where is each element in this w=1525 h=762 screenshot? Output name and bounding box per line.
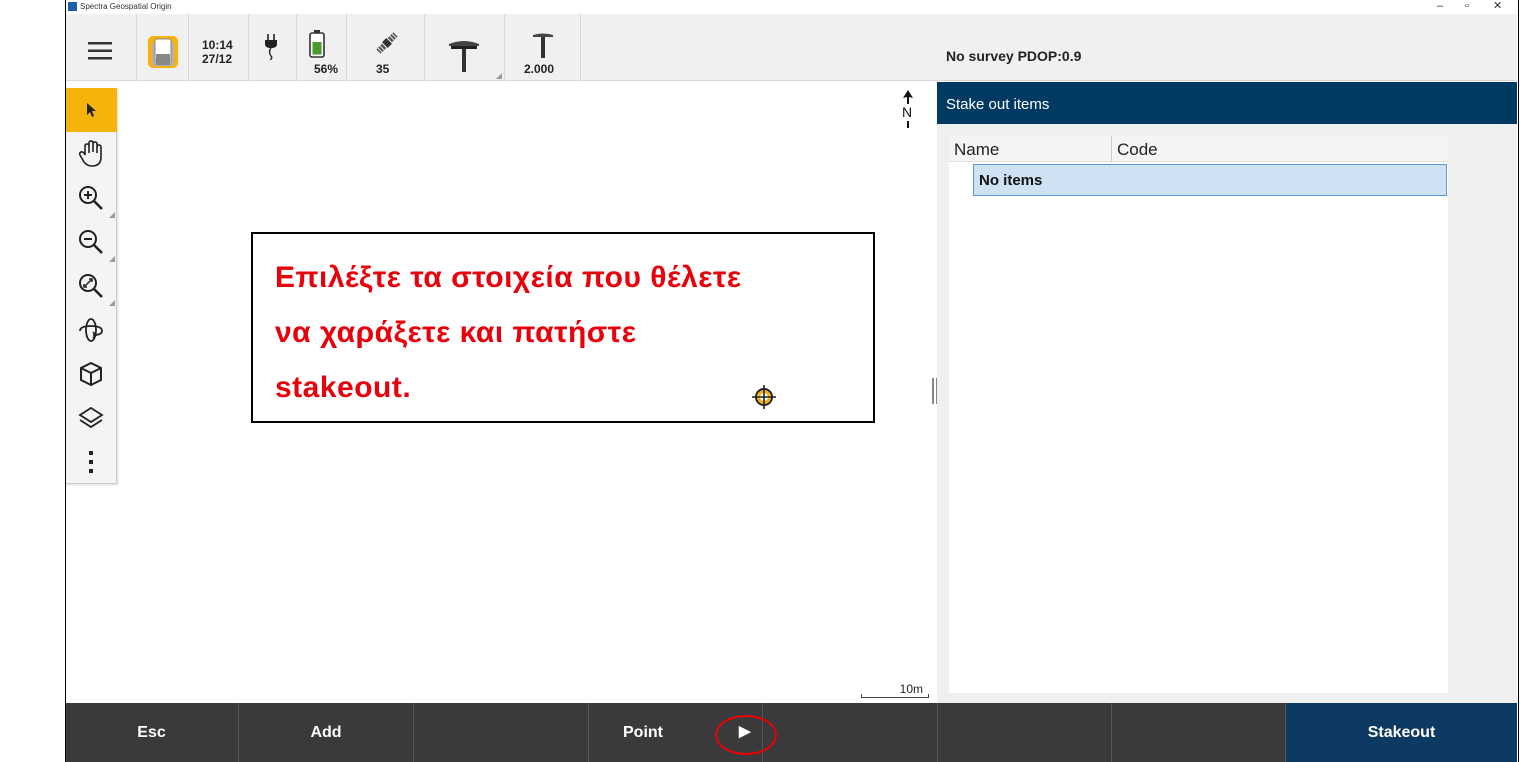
hamburger-menu-icon <box>88 42 112 60</box>
satellite-status[interactable]: 35 <box>347 14 425 81</box>
status-bar: 10:14 27/12 56% 35 2.000 <box>65 14 937 81</box>
column-header-name[interactable]: Name <box>954 140 999 160</box>
empty-softkey[interactable] <box>763 703 938 762</box>
layers-icon <box>78 406 104 429</box>
corner-indicator-icon <box>109 212 115 218</box>
antenna-height-value: 2.000 <box>524 62 555 76</box>
empty-softkey[interactable] <box>1112 703 1286 762</box>
cube-icon <box>80 361 102 387</box>
stakeout-items-list[interactable]: Name Code No items <box>949 136 1448 693</box>
esc-button[interactable]: Esc <box>65 703 239 762</box>
antenna-height-button[interactable]: 2.000 <box>505 14 581 81</box>
highlight-circle <box>715 715 777 755</box>
zoom-extents-icon <box>79 274 103 298</box>
column-divider <box>1111 136 1112 162</box>
satellite-count: 35 <box>376 62 390 76</box>
maximize-button[interactable]: ▫ <box>1465 0 1469 12</box>
scale-bar-line <box>861 694 929 698</box>
list-header: Name Code <box>949 136 1448 162</box>
app-icon <box>68 2 77 11</box>
stakeout-button[interactable]: Stakeout <box>1286 703 1517 762</box>
survey-status-text: No survey PDOP:0.9 <box>946 48 1082 64</box>
job-folder-icon <box>148 36 178 68</box>
scale-bar: 10m <box>861 682 929 700</box>
north-tick <box>907 121 909 128</box>
corner-indicator-icon <box>109 256 115 262</box>
north-arrow-icon <box>903 90 913 104</box>
survey-status-header: No survey PDOP:0.9 <box>937 14 1517 81</box>
app-window: Spectra Geospatial Origin – ▫ ✕ 10:14 27… <box>65 0 1517 762</box>
more-tools-button[interactable] <box>65 440 117 484</box>
close-button[interactable]: ✕ <box>1493 0 1502 12</box>
satellite-icon <box>376 32 398 54</box>
main-menu-button[interactable] <box>65 14 137 81</box>
power-plug-icon <box>265 34 277 60</box>
add-button[interactable]: Add <box>239 703 414 762</box>
power-status[interactable] <box>249 14 297 81</box>
panel-title: Stake out items <box>937 82 1517 124</box>
north-label: N <box>902 104 913 120</box>
map-toolbar <box>65 88 117 484</box>
window-title: Spectra Geospatial Origin <box>80 2 172 11</box>
layers-button[interactable] <box>65 396 117 440</box>
north-arrow: N <box>898 90 918 138</box>
zoom-in-icon <box>79 186 103 210</box>
corner-indicator-icon <box>496 73 502 79</box>
job-button[interactable] <box>137 14 189 81</box>
stakeout-panel: Stake out items Name Code No items <box>937 82 1517 703</box>
corner-indicator-icon <box>109 300 115 306</box>
receiver-button[interactable] <box>425 14 505 81</box>
list-item[interactable]: No items <box>973 164 1447 196</box>
select-tool-button[interactable] <box>65 88 117 132</box>
datetime-display[interactable]: 10:14 27/12 <box>189 14 249 81</box>
empty-softkey[interactable] <box>938 703 1112 762</box>
pan-tool-button[interactable] <box>65 132 117 176</box>
zoom-in-button[interactable] <box>65 176 117 220</box>
orbit-icon <box>79 318 103 342</box>
antenna-pole-icon <box>533 33 553 58</box>
time-text: 10:14 <box>202 38 233 52</box>
orbit-button[interactable] <box>65 308 117 352</box>
current-position-marker <box>751 384 777 410</box>
battery-status[interactable]: 56% <box>297 14 347 81</box>
more-vertical-icon <box>89 451 93 473</box>
map-view[interactable]: Επιλέξτε τα στοιχεία που θέλετε να χαράξ… <box>117 82 937 702</box>
column-header-code[interactable]: Code <box>1117 140 1158 160</box>
instruction-line: να χαράξετε και πατήστε <box>275 316 637 349</box>
zoom-out-icon <box>79 230 103 254</box>
instruction-callout: Επιλέξτε τα στοιχεία που θέλετε να χαράξ… <box>251 232 875 423</box>
battery-percent: 56% <box>314 62 339 76</box>
minimize-button[interactable]: – <box>1437 0 1443 12</box>
empty-softkey[interactable] <box>414 703 589 762</box>
pan-hand-icon <box>78 140 102 167</box>
date-text: 27/12 <box>202 52 233 66</box>
3d-view-button[interactable] <box>65 352 117 396</box>
zoom-extents-button[interactable] <box>65 264 117 308</box>
softkey-bar: Esc Add Point ▶ Stakeout <box>65 703 1517 762</box>
zoom-out-button[interactable] <box>65 220 117 264</box>
window-titlebar: Spectra Geospatial Origin – ▫ ✕ <box>65 0 1517 14</box>
gnss-receiver-icon <box>449 41 479 72</box>
crosshair-icon <box>752 385 776 409</box>
instruction-line: Επιλέξτε τα στοιχεία που θέλετε <box>275 261 742 294</box>
select-arrow-icon <box>87 103 96 117</box>
battery-icon <box>309 30 325 58</box>
point-method-label: Point <box>623 723 663 741</box>
